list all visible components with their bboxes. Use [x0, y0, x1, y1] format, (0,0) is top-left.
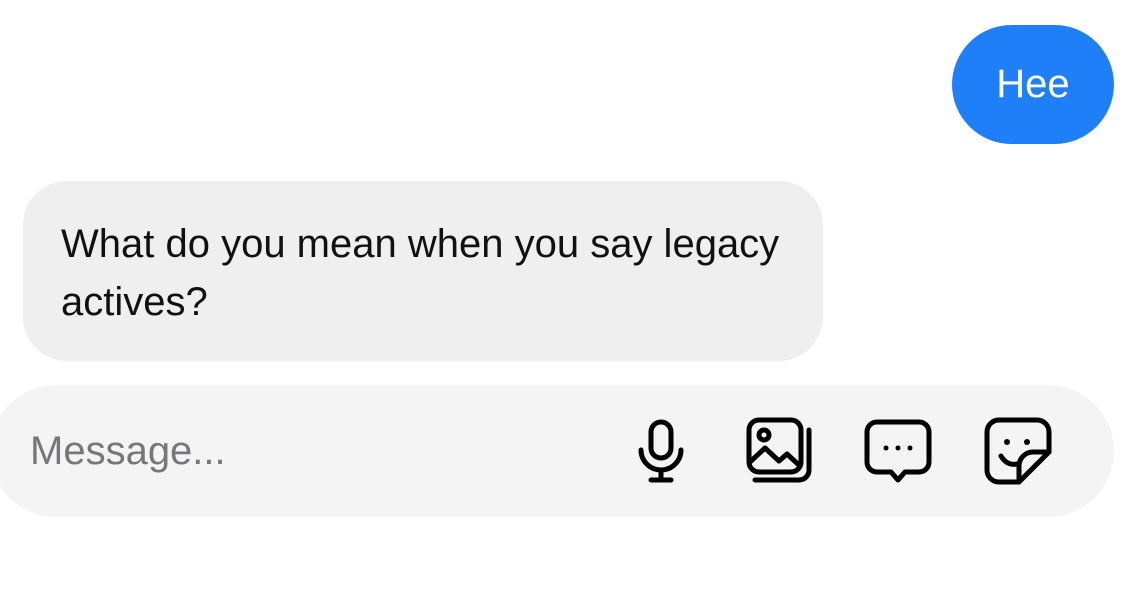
microphone-icon[interactable]: [624, 414, 698, 488]
outgoing-message-bubble[interactable]: Hee: [952, 25, 1114, 144]
incoming-message-bubble[interactable]: What do you mean when you say legacy act…: [23, 181, 823, 361]
gallery-icon[interactable]: [741, 414, 815, 488]
incoming-message-text: What do you mean when you say legacy act…: [61, 222, 780, 324]
message-composer: [0, 385, 1114, 517]
outgoing-message-text: Hee: [996, 62, 1070, 106]
message-options-icon[interactable]: [861, 414, 935, 488]
sticker-icon[interactable]: [981, 414, 1055, 488]
message-input[interactable]: [30, 425, 590, 477]
